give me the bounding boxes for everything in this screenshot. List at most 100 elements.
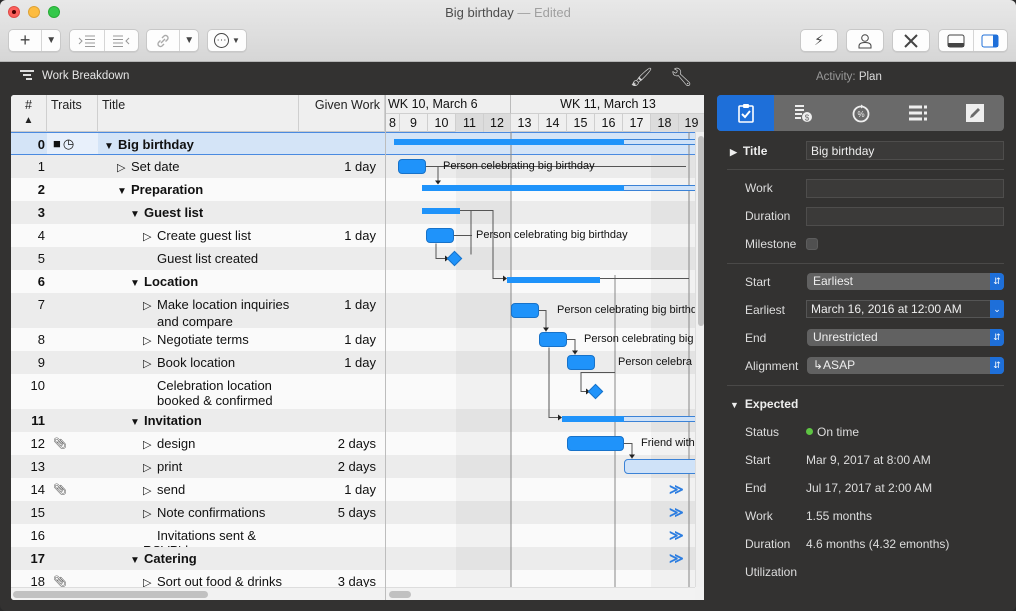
given-work-value[interactable]: 2 days [298, 455, 380, 478]
style-brush-button[interactable]: 🖌︎ [630, 67, 653, 88]
row-title[interactable]: ▷ Book location [98, 351, 298, 374]
given-work-value[interactable]: 1 day [298, 293, 380, 328]
summary-bar-remaining[interactable] [624, 184, 696, 191]
task-bar[interactable] [398, 158, 426, 174]
toggle-inspector-button[interactable] [974, 30, 1008, 51]
row-title[interactable]: ▷ send [98, 478, 298, 501]
tab-cost[interactable]: $ [774, 95, 831, 131]
title-section-toggle[interactable]: ▶ Title [730, 144, 767, 158]
outdent-button[interactable] [105, 30, 139, 51]
outline-horizontal-scrollbar[interactable] [11, 587, 385, 600]
table-row[interactable]: 8 ▷ Negotiate terms 1 day [11, 328, 385, 351]
summary-bar-remaining[interactable] [624, 415, 696, 422]
toggle-bottom-pane-button[interactable] [939, 30, 974, 51]
link-button[interactable] [147, 30, 181, 51]
disclosure-closed-icon[interactable]: ▷ [143, 230, 157, 245]
summary-bar[interactable] [422, 184, 624, 191]
earliest-date-picker[interactable]: March 16, 2016 at 12:00 AM ⌄ [806, 300, 1004, 318]
given-work-value[interactable] [298, 409, 380, 432]
row-title[interactable]: ▼ Guest list [98, 201, 298, 224]
disclosure-closed-icon[interactable]: ▷ [143, 484, 157, 499]
given-work-value[interactable]: 1 day [298, 351, 380, 374]
table-row[interactable]: 2 ▼ Preparation [11, 178, 385, 201]
given-work-value[interactable] [298, 178, 380, 201]
row-title[interactable]: ▷ print [98, 455, 298, 478]
tools-button[interactable] [893, 30, 929, 51]
given-work-value[interactable] [298, 270, 380, 293]
end-constraint-select[interactable]: Unrestricted ⇵ [807, 329, 1004, 346]
row-title[interactable]: ▼ Big birthday [98, 133, 298, 154]
table-row[interactable]: 3 ▼ Guest list [11, 201, 385, 224]
offscreen-chevron-icon[interactable]: ≫ [669, 550, 684, 567]
table-row[interactable]: 13 ▷ print 2 days [11, 455, 385, 478]
task-bar[interactable] [567, 435, 624, 451]
row-title[interactable]: Celebration location booked & confirmed [98, 374, 298, 409]
work-input[interactable] [806, 179, 1004, 198]
given-work-value[interactable]: 1 day [298, 478, 380, 501]
table-row[interactable]: 6 ▼ Location [11, 270, 385, 293]
expected-section-toggle[interactable]: ▼ Expected [730, 397, 798, 411]
table-row[interactable]: 0 ■ ◷ ▼ Big birthday [11, 132, 385, 155]
disclosure-open-icon[interactable]: ▼ [130, 276, 144, 291]
given-work-value[interactable]: 1 day [298, 155, 380, 178]
table-row[interactable]: 5 Guest list created [11, 247, 385, 270]
add-task-button[interactable]: + [9, 30, 43, 51]
gantt-horizontal-scrollbar[interactable] [386, 587, 695, 600]
given-work-value[interactable] [298, 524, 380, 547]
table-row[interactable]: 15 ▷ Note confirmations 5 days [11, 501, 385, 524]
disclosure-closed-icon[interactable]: ▷ [143, 334, 157, 349]
view-switcher[interactable]: Work Breakdown [20, 70, 129, 82]
disclosure-closed-icon[interactable]: ▷ [143, 357, 157, 372]
add-options-dropdown[interactable]: ▼ [42, 30, 60, 51]
scroll-thumb[interactable] [698, 136, 704, 326]
disclosure-open-icon[interactable]: ▼ [130, 415, 144, 430]
summary-bar[interactable] [507, 276, 600, 283]
row-title[interactable]: ▼ Location [98, 270, 298, 293]
alignment-select[interactable]: ↳ASAP ⇵ [807, 357, 1004, 374]
disclosure-closed-icon[interactable]: ▷ [117, 161, 131, 176]
table-row[interactable]: 1 ▷ Set date 1 day [11, 155, 385, 178]
given-work-value[interactable] [298, 547, 380, 570]
given-work-value[interactable] [298, 133, 380, 154]
table-row[interactable]: 12 📎︎ ▷ design 2 days [11, 432, 385, 455]
table-row[interactable]: 16 Invitations sent & RSVP'd [11, 524, 385, 558]
column-header-given-work[interactable]: Given Work [299, 95, 385, 132]
disclosure-open-icon[interactable]: ▼ [117, 184, 131, 199]
link-options-dropdown[interactable]: ▼ [180, 30, 198, 51]
level-resources-button[interactable]: ⚡︎ [801, 30, 837, 51]
chevron-down-icon[interactable]: ⌄ [990, 300, 1004, 318]
column-header-title[interactable]: Title [98, 95, 299, 132]
task-bar-unscheduled[interactable] [624, 458, 704, 474]
given-work-value[interactable] [298, 247, 380, 270]
disclosure-closed-icon[interactable]: ▷ [143, 299, 157, 314]
column-header-number[interactable]: # ▲ [11, 95, 47, 132]
title-input[interactable]: Big birthday [806, 141, 1004, 160]
row-title[interactable]: ▷ Create guest list [98, 224, 298, 247]
row-title[interactable]: Invitations sent & RSVP'd [98, 524, 298, 558]
gantt-vertical-scrollbar[interactable] [695, 132, 704, 587]
resources-button[interactable] [847, 30, 883, 51]
offscreen-chevron-icon[interactable]: ≫ [669, 504, 684, 521]
table-row[interactable]: 10 Celebration location booked & confirmed [11, 374, 385, 409]
given-work-value[interactable]: 2 days [298, 432, 380, 455]
table-row[interactable]: 14 📎︎ ▷ send 1 day [11, 478, 385, 501]
given-work-value[interactable] [298, 201, 380, 224]
more-actions-button[interactable]: ⋯ ▼ [208, 30, 246, 51]
row-title[interactable]: ▼ Invitation [98, 409, 298, 432]
table-row[interactable]: 7 ▷ Make location inquiries and compare 1 da… [11, 293, 385, 329]
tab-progress[interactable]: % [832, 95, 889, 131]
row-title[interactable]: ▷ Set date [98, 155, 298, 178]
disclosure-closed-icon[interactable]: ▷ [143, 507, 157, 522]
summary-bar[interactable] [394, 138, 624, 145]
task-bar[interactable] [426, 227, 454, 243]
row-title[interactable]: ▷ Note confirmations [98, 501, 298, 524]
tab-structure[interactable] [889, 95, 946, 131]
tab-note[interactable] [947, 95, 1004, 131]
row-title[interactable]: ▷ Negotiate terms [98, 328, 298, 351]
disclosure-closed-icon[interactable]: ▷ [143, 461, 157, 476]
table-row[interactable]: 4 ▷ Create guest list 1 day [11, 224, 385, 247]
offscreen-chevron-icon[interactable]: ≫ [669, 481, 684, 498]
given-work-value[interactable]: 1 day [298, 328, 380, 351]
summary-bar[interactable] [562, 415, 624, 422]
table-row[interactable]: 9 ▷ Book location 1 day [11, 351, 385, 374]
